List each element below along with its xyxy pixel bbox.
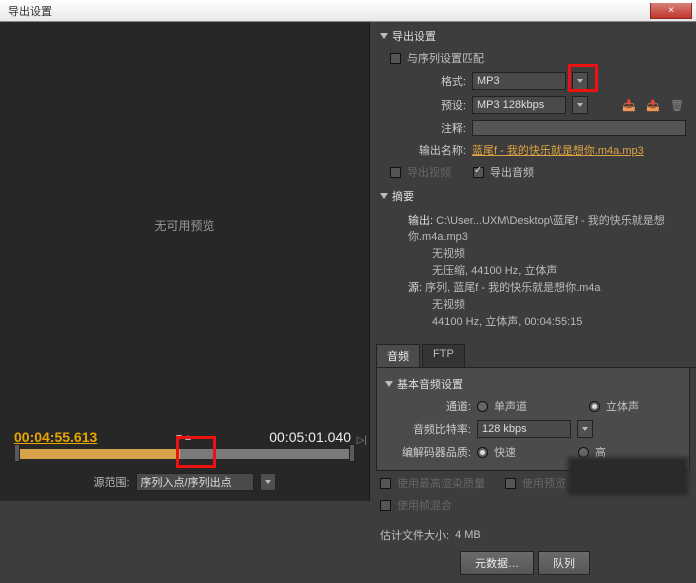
bitrate-arrow[interactable] bbox=[577, 420, 593, 438]
match-sequence-checkbox[interactable] bbox=[390, 53, 401, 64]
disclosure-triangle-icon bbox=[380, 33, 388, 39]
main-area: 无可用预览 00:04:55.613 00:05:01.040 ▷| 源范围: … bbox=[0, 22, 696, 501]
bitrate-value: 128 kbps bbox=[482, 423, 527, 435]
summary-out-path: C:\User...UXM\Desktop\蓝尾f - 我的快乐就是想你.m4a… bbox=[408, 215, 665, 243]
bitrate-dropdown[interactable]: 128 kbps bbox=[477, 420, 571, 438]
tab-audio[interactable]: 音频 bbox=[376, 344, 420, 367]
preview-placeholder: 无可用预览 bbox=[0, 22, 369, 429]
export-audio-label: 导出音频 bbox=[490, 164, 534, 180]
source-range-row: 源范围: 序列入点/序列出点 bbox=[0, 465, 369, 501]
stereo-radio[interactable] bbox=[589, 401, 600, 412]
preset-arrow[interactable] bbox=[572, 96, 588, 114]
format-dropdown[interactable]: MP3 bbox=[472, 72, 566, 90]
format-label: 格式: bbox=[380, 73, 466, 89]
comment-label: 注释: bbox=[380, 120, 466, 136]
window-title: 导出设置 bbox=[0, 3, 52, 19]
import-preset-icon[interactable]: 📤 bbox=[644, 96, 662, 114]
format-arrow[interactable] bbox=[572, 72, 588, 90]
estimate-label: 估计文件大小: bbox=[380, 527, 449, 543]
quality-label: 编解码器品质: bbox=[385, 444, 471, 460]
export-settings-title: 导出设置 bbox=[392, 28, 436, 44]
title-bar: 导出设置 × bbox=[0, 0, 696, 22]
output-name-link[interactable]: 蓝尾f - 我的快乐就是想你.m4a.mp3 bbox=[472, 142, 644, 158]
source-range-value: 序列入点/序列出点 bbox=[141, 474, 232, 490]
export-video-checkbox bbox=[390, 167, 401, 178]
export-settings-section: 导出设置 与序列设置匹配 格式: MP3 预设: MP3 128kbps bbox=[370, 22, 696, 188]
summary-out-label: 输出: bbox=[408, 215, 433, 227]
output-name-label: 输出名称: bbox=[380, 142, 466, 158]
summary-src-label: 源: bbox=[408, 282, 422, 294]
summary-src-path: 序列, 蓝尾f - 我的快乐就是想你.m4a bbox=[425, 282, 600, 294]
out-timecode: 00:05:01.040 bbox=[269, 429, 351, 445]
source-range-label: 源范围: bbox=[93, 474, 129, 490]
audio-settings-header[interactable]: 基本音频设置 bbox=[385, 376, 681, 392]
mono-label: 单声道 bbox=[494, 398, 527, 414]
out-handle[interactable] bbox=[349, 444, 355, 462]
audio-panel: 基本音频设置 通道: 单声道 立体声 音频比特率: 128 kbps 编解码器品… bbox=[376, 368, 690, 471]
queue-button[interactable]: 队列 bbox=[538, 551, 590, 575]
delete-preset-icon[interactable]: 🗑 bbox=[668, 96, 686, 114]
fit-indicator[interactable] bbox=[176, 435, 191, 440]
timeline-end-icon[interactable]: ▷| bbox=[357, 435, 367, 446]
metadata-button[interactable]: 元数据… bbox=[460, 551, 534, 575]
summary-header[interactable]: 摘要 bbox=[380, 188, 686, 204]
fast-radio[interactable] bbox=[477, 447, 488, 458]
preview-pane: 无可用预览 00:04:55.613 00:05:01.040 ▷| 源范围: … bbox=[0, 22, 370, 501]
save-preset-icon[interactable]: 📥 bbox=[620, 96, 638, 114]
match-sequence-label: 与序列设置匹配 bbox=[407, 50, 484, 66]
use-preview-checkbox bbox=[505, 478, 516, 489]
summary-title: 摘要 bbox=[392, 188, 414, 204]
summary-out-line2: 无压缩, 44100 Hz, 立体声 bbox=[408, 262, 676, 278]
use-preview-label: 使用预览 bbox=[522, 475, 566, 491]
fast-label: 快速 bbox=[494, 444, 516, 460]
export-video-label: 导出视频 bbox=[407, 164, 451, 180]
max-quality-label: 使用最高渲染质量 bbox=[397, 475, 485, 491]
source-range-arrow[interactable] bbox=[260, 473, 276, 491]
preset-dropdown[interactable]: MP3 128kbps bbox=[472, 96, 566, 114]
timeline-wrap: ▷| bbox=[0, 449, 369, 465]
settings-pane: 导出设置 与序列设置匹配 格式: MP3 预设: MP3 128kbps bbox=[370, 22, 696, 501]
max-quality-checkbox bbox=[380, 478, 391, 489]
stereo-label: 立体声 bbox=[606, 398, 639, 414]
mono-radio[interactable] bbox=[477, 401, 488, 412]
preset-label: 预设: bbox=[380, 97, 466, 113]
preset-value: MP3 128kbps bbox=[477, 99, 544, 111]
summary-section: 摘要 输出: C:\User...UXM\Desktop\蓝尾f - 我的快乐就… bbox=[370, 188, 696, 340]
audio-settings-title: 基本音频设置 bbox=[397, 376, 463, 392]
in-handle[interactable] bbox=[14, 444, 20, 462]
button-row: 元数据… 队列 bbox=[450, 547, 696, 583]
bitrate-label: 音频比特率: bbox=[385, 421, 471, 437]
disclosure-triangle-icon bbox=[380, 193, 388, 199]
in-timecode[interactable]: 00:04:55.613 bbox=[14, 429, 97, 445]
timecode-row: 00:04:55.613 00:05:01.040 bbox=[0, 429, 369, 449]
obscured-region bbox=[568, 457, 688, 495]
summary-src-line1: 无视频 bbox=[408, 296, 676, 312]
estimate-value: 4 MB bbox=[455, 529, 481, 541]
export-audio-checkbox[interactable] bbox=[473, 167, 484, 178]
estimate-row: 估计文件大小: 4 MB bbox=[370, 523, 696, 547]
high-radio[interactable] bbox=[578, 447, 589, 458]
format-value: MP3 bbox=[477, 75, 500, 87]
export-settings-header[interactable]: 导出设置 bbox=[380, 28, 686, 44]
summary-out-line1: 无视频 bbox=[408, 245, 676, 261]
close-button[interactable]: × bbox=[650, 3, 692, 19]
channels-label: 通道: bbox=[385, 398, 471, 414]
frame-blend-checkbox bbox=[380, 500, 391, 511]
timeline[interactable] bbox=[16, 449, 353, 459]
summary-src-line2: 44100 Hz, 立体声, 00:04:55:15 bbox=[408, 313, 676, 329]
tabs: 音频 FTP bbox=[376, 344, 696, 368]
frame-blend-label: 使用帧混合 bbox=[397, 497, 452, 513]
summary-body: 输出: C:\User...UXM\Desktop\蓝尾f - 我的快乐就是想你… bbox=[380, 210, 686, 338]
timeline-range bbox=[16, 449, 180, 459]
source-range-dropdown[interactable]: 序列入点/序列出点 bbox=[136, 473, 254, 491]
comment-field[interactable] bbox=[472, 120, 686, 136]
tab-ftp[interactable]: FTP bbox=[422, 344, 465, 367]
disclosure-triangle-icon bbox=[385, 381, 393, 387]
